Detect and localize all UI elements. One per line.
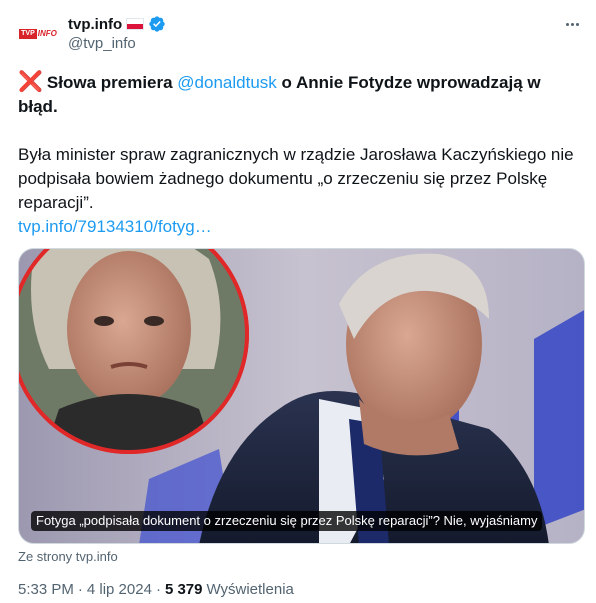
verified-badge-icon[interactable]	[148, 15, 166, 33]
user-handle[interactable]: @tvp_info	[68, 35, 136, 52]
tweet-meta: 5:33 PM · 4 lip 2024 · 5 379 Wyświetleni…	[18, 581, 294, 598]
views-label: Wyświetlenia	[206, 581, 294, 598]
mention-link[interactable]: @donaldtusk	[177, 73, 277, 92]
card-image	[19, 249, 584, 543]
tweet-date[interactable]: 4 lip 2024	[87, 581, 152, 598]
avatar[interactable]: TVP INFO	[16, 12, 60, 56]
tweet-time[interactable]: 5:33 PM	[18, 581, 74, 598]
display-name[interactable]: tvp.info	[68, 16, 122, 33]
poland-flag-icon	[126, 18, 145, 30]
link-card[interactable]: Fotyga „podpisała dokument o zrzeczeniu …	[18, 248, 585, 544]
card-source[interactable]: Ze strony tvp.info	[18, 549, 118, 564]
more-options-icon[interactable]	[562, 14, 582, 34]
headline-part-1: Słowa premiera	[46, 73, 178, 92]
name-row: tvp.info	[68, 14, 166, 34]
meta-separator: ·	[77, 581, 83, 598]
avatar-logo-text: INFO	[37, 29, 57, 38]
tvp-info-logo: TVP INFO	[19, 29, 57, 39]
views-count: 5 379	[164, 581, 203, 598]
card-caption: Fotyga „podpisała dokument o zrzeczeniu …	[31, 511, 543, 531]
tweet-headline: ❌ Słowa premiera @donaldtusk o Annie Foty…	[18, 70, 583, 119]
article-link[interactable]: tvp.info/79134310/fotyg…	[18, 215, 583, 239]
cross-mark-icon: ❌	[18, 71, 43, 93]
tweet-header: TVP INFO tvp.info @tvp_info	[0, 0, 596, 62]
meta-separator: ·	[155, 581, 161, 598]
tweet-body: Była minister spraw zagranicznych w rząd…	[18, 145, 574, 212]
avatar-logo-box: TVP	[19, 29, 37, 39]
tweet-text: ❌ Słowa premiera @donaldtusk o Annie Foty…	[18, 70, 583, 239]
